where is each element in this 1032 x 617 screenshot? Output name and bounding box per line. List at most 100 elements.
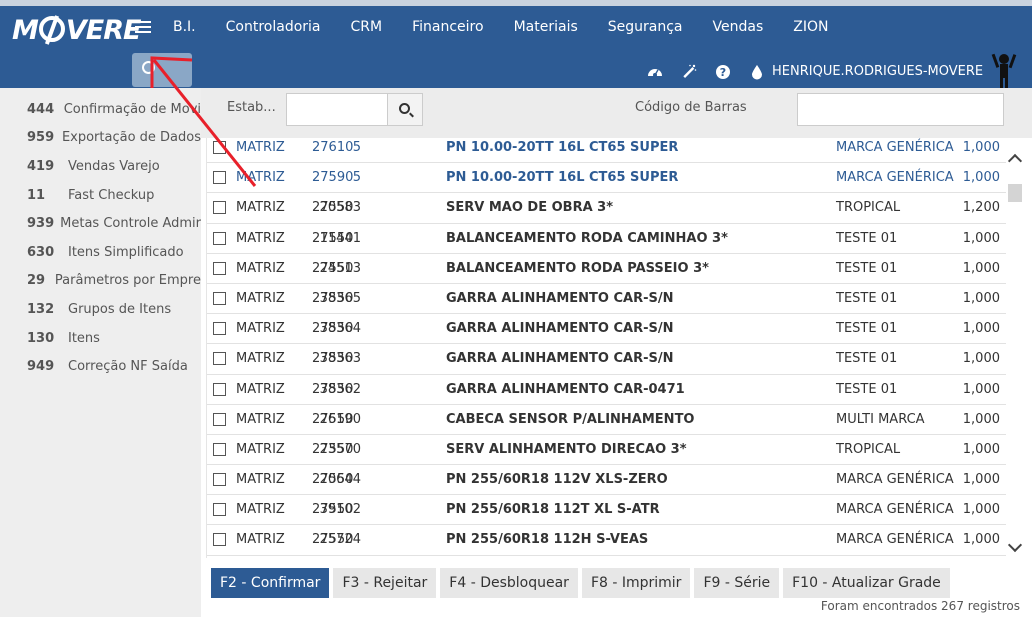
row-checkbox[interactable] [213, 412, 226, 426]
table-row[interactable]: MATRIZ 27550 39102 PN 255/60R18 112T XL S-A… [207, 495, 1006, 526]
menu-item-controladoria[interactable]: Controladoria [211, 19, 336, 35]
action-button-f9[interactable]: F9 - Série [694, 568, 780, 598]
scrollbar-thumb[interactable] [1008, 184, 1022, 202]
quantity-cell: 1,000 [962, 532, 1000, 548]
table-row[interactable]: MATRIZ 27550 11441 BALANCEAMENTO RODA CAMIN… [207, 224, 1006, 254]
menu-item-financeiro[interactable]: Financeiro [397, 19, 498, 35]
estab-cell: MATRIZ [236, 170, 285, 186]
row-checkbox[interactable] [213, 503, 226, 517]
menu-search-button[interactable] [132, 53, 192, 87]
row-checkbox[interactable] [213, 382, 226, 396]
sidebar-item[interactable]: 949 Correção NF Saída [0, 352, 201, 381]
chevron-up-icon[interactable] [1007, 153, 1023, 169]
menu-item-zion[interactable]: ZION [778, 19, 843, 35]
table-row[interactable]: MATRIZ 27550 23570 SERV ALINHAMENTO DIRECAO… [207, 435, 1006, 466]
code-cell: 5 [352, 140, 361, 155]
magic-wand-icon[interactable] [681, 64, 697, 80]
doc-cell: 27610 [312, 140, 354, 155]
action-button-f3[interactable]: F3 - Rejeitar [333, 568, 437, 598]
code-cell: 20644 [319, 472, 361, 488]
avatar[interactable] [990, 52, 1018, 92]
menu-item-vendas[interactable]: Vendas [698, 19, 779, 35]
sidebar-item-count: 949 [27, 359, 55, 375]
row-checkbox[interactable] [213, 171, 226, 185]
estab-cell: MATRIZ [236, 441, 285, 457]
action-button-f2[interactable]: F2 - Confirmar [211, 568, 330, 598]
svg-text:?: ? [720, 66, 726, 79]
table-row[interactable]: MATRIZ 27550 38363 GARRA ALINHAMENTO CAR-S/… [207, 344, 1006, 375]
code-cell: 5 [352, 170, 361, 186]
sidebar-item-label: Parâmetros por Empre [54, 273, 201, 289]
table-row[interactable]: MATRIZ 27550 24513 BALANCEAMENTO RODA PASSE… [207, 254, 1006, 284]
table-row[interactable]: MATRIZ 27590 5 PN 10.00-20TT 16L CT65 SUPER… [207, 163, 1006, 194]
table-row[interactable]: MATRIZ 27550 20644 PN 255/60R18 112V XLS-ZE… [207, 465, 1006, 496]
sidebar-item[interactable]: 132 Grupos de Itens [0, 295, 201, 324]
sidebar-item[interactable]: 959 Exportação de Dados [0, 124, 201, 153]
sidebar-item[interactable]: 11 Fast Checkup [0, 181, 201, 210]
row-checkbox[interactable] [213, 141, 226, 154]
chevron-down-icon[interactable] [1007, 537, 1023, 553]
estab-cell: MATRIZ [236, 321, 285, 337]
estab-cell: MATRIZ [236, 351, 285, 367]
sidebar-item[interactable]: 29 Parâmetros por Empre [0, 267, 201, 296]
main-menu: B.I. Controladoria CRM Financeiro Materiais S… [158, 19, 843, 35]
table-row[interactable]: MATRIZ 27550 20583 SERV MAO DE OBRA 3* TROPI… [207, 193, 1006, 224]
hamburger-menu-icon[interactable] [135, 21, 151, 35]
table-row[interactable]: MATRIZ 27550 26190 CABECA SENSOR P/ALINHAME… [207, 405, 1006, 435]
table-row[interactable]: MATRIZ 27550 25724 PN 255/60R18 112H S-VEAS… [207, 525, 1006, 556]
drop-icon[interactable] [749, 64, 765, 80]
help-icon[interactable]: ? [715, 64, 731, 80]
row-checkbox[interactable] [213, 473, 226, 487]
row-checkbox[interactable] [213, 442, 226, 456]
filter-bar: Estab... Código de Barras [201, 88, 1032, 138]
sidebar-item[interactable]: 419 Vendas Varejo [0, 152, 201, 181]
barcode-label: Código de Barras [635, 100, 747, 115]
action-button-f10[interactable]: F10 - Atualizar Grade [783, 568, 950, 598]
table-row[interactable]: MATRIZ 27610 5 PN 10.00-20TT 16L CT65 SUPER… [207, 138, 1006, 164]
sidebar-item-label: Itens [68, 330, 100, 346]
code-cell: 23570 [319, 441, 361, 457]
row-checkbox[interactable] [213, 533, 226, 547]
user-name[interactable]: HENRIQUE.RODRIGUES-MOVERE [772, 64, 983, 79]
sidebar-item[interactable]: 939 Metas Controle Admir [0, 209, 201, 238]
row-checkbox[interactable] [213, 322, 226, 336]
grid-scrollbar[interactable] [1006, 138, 1026, 558]
estab-cell: MATRIZ [236, 290, 285, 306]
sidebar-item-count: 132 [27, 301, 55, 317]
code-cell: 38362 [319, 381, 361, 397]
movere-logo[interactable]: M VERE [12, 15, 141, 46]
sidebar-item-label: Grupos de Itens [68, 301, 172, 317]
quantity-cell: 1,200 [962, 200, 1000, 216]
estab-cell: MATRIZ [236, 502, 285, 518]
sidebar-item[interactable]: 130 Itens [0, 324, 201, 353]
quantity-cell: 1,000 [962, 290, 1000, 306]
dashboard-icon[interactable] [647, 64, 663, 80]
action-button-f4[interactable]: F4 - Desbloquear [440, 568, 578, 598]
row-checkbox[interactable] [213, 352, 226, 366]
barcode-input[interactable] [797, 93, 1004, 126]
row-checkbox[interactable] [213, 291, 226, 305]
sidebar-item[interactable]: 630 Itens Simplificado [0, 238, 201, 267]
action-button-f8[interactable]: F8 - Imprimir [581, 568, 691, 598]
menu-item-materiais[interactable]: Materiais [499, 19, 593, 35]
menu-item-seguran-a[interactable]: Segurança [593, 19, 698, 35]
description-cell: BALANCEAMENTO RODA PASSEIO 3* [446, 260, 709, 276]
estab-cell: MATRIZ [236, 411, 285, 427]
estab-cell: MATRIZ [236, 532, 285, 548]
description-cell: GARRA ALINHAMENTO CAR-S/N [446, 321, 674, 337]
quantity-cell: 1,000 [962, 502, 1000, 518]
estab-search-button[interactable] [387, 93, 423, 126]
table-row[interactable]: MATRIZ 27550 38365 GARRA ALINHAMENTO CAR-S/… [207, 284, 1006, 315]
menu-item-crm[interactable]: CRM [336, 19, 398, 35]
sidebar-item[interactable]: 444 Confirmação de Movi [0, 95, 201, 124]
row-checkbox[interactable] [213, 261, 226, 275]
menu-item-b-i[interactable]: B.I. [158, 19, 211, 35]
table-row[interactable]: MATRIZ 27550 38362 GARRA ALINHAMENTO CAR-04… [207, 375, 1006, 405]
estab-input[interactable] [286, 93, 389, 126]
table-row[interactable]: MATRIZ 27550 38364 GARRA ALINHAMENTO CAR-S/… [207, 314, 1006, 345]
search-icon [399, 103, 410, 114]
row-checkbox[interactable] [213, 231, 226, 245]
row-checkbox[interactable] [213, 201, 226, 215]
brand-cell: MARCA GENÉRICA [836, 502, 954, 518]
brand-cell: MULTI MARCA [836, 411, 925, 427]
